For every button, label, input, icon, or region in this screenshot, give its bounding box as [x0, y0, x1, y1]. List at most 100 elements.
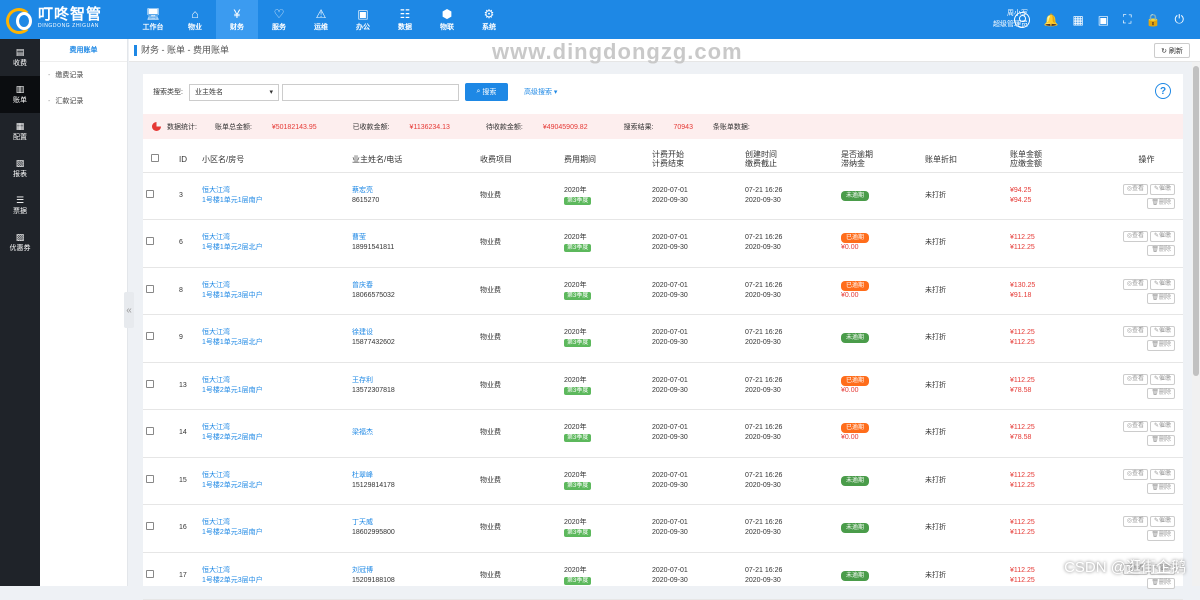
room-link[interactable]: 1号楼1单元1层南户 [202, 196, 352, 206]
side-item-2[interactable]: ▦ 配置 [0, 113, 40, 150]
community-link[interactable]: 恒大江湾 [202, 233, 352, 243]
collapse-handle[interactable]: « [124, 292, 134, 328]
select-all-checkbox[interactable] [151, 154, 159, 163]
room-link[interactable]: 1号楼2单元2层南户 [202, 433, 352, 443]
fullscreen-icon[interactable]: ⛶ [1123, 12, 1131, 27]
remind-button[interactable]: ✎催缴 [1149, 516, 1175, 528]
remind-button[interactable]: ✎催缴 [1149, 278, 1175, 290]
delete-button[interactable]: 🗑删除 [1147, 530, 1175, 542]
owner-name[interactable]: 曹莹 [352, 233, 480, 243]
nav-item-0[interactable]: 🖥 工作台 [132, 0, 174, 39]
room-link[interactable]: 1号楼2单元3层中户 [202, 576, 352, 586]
side-item-3[interactable]: ▧ 报表 [0, 150, 40, 187]
owner-name[interactable]: 杜翠峰 [352, 471, 480, 481]
row-checkbox[interactable] [146, 237, 154, 246]
delete-button[interactable]: 🗑删除 [1147, 482, 1175, 494]
community-link[interactable]: 恒大江湾 [202, 471, 352, 481]
apps-icon[interactable]: ▦ [1072, 13, 1083, 27]
theme-icon[interactable]: ▣ [1098, 13, 1109, 27]
subnav-item-payment-record[interactable]: - 缴费记录 [40, 62, 127, 88]
remind-button[interactable]: ✎催缴 [1149, 326, 1175, 338]
row-checkbox[interactable] [146, 569, 154, 578]
help-icon[interactable]: ? [1155, 83, 1171, 99]
room-link[interactable]: 1号楼2单元1层南户 [202, 386, 352, 396]
owner-name[interactable]: 王存利 [352, 376, 480, 386]
nav-item-8[interactable]: ⚙ 系统 [468, 0, 510, 39]
nav-item-4[interactable]: ⚠ 运维 [300, 0, 342, 39]
view-button[interactable]: ◎查看 [1122, 231, 1148, 243]
community-link[interactable]: 恒大江湾 [202, 281, 352, 291]
owner-name[interactable]: 梁福杰 [352, 428, 480, 438]
advanced-search-link[interactable]: 高级搜索 ▾ [524, 87, 557, 97]
room-link[interactable]: 1号楼2单元2层北户 [202, 481, 352, 491]
side-item-1[interactable]: ▥ 账单 [0, 76, 40, 113]
community-link[interactable]: 恒大江湾 [202, 518, 352, 528]
logo[interactable]: 叮咚智管 DINGDONG ZHIGUAN [6, 6, 102, 34]
owner-name[interactable]: 刘冠博 [352, 566, 480, 576]
table-row[interactable]: 16 恒大江湾 1号楼2单元3层南户 丁天威 18602995800 物业费 2020年 第3… [143, 504, 1183, 553]
row-checkbox[interactable] [146, 379, 154, 388]
remind-button[interactable]: ✎催缴 [1149, 421, 1175, 433]
nav-item-6[interactable]: ☷ 数据 [384, 0, 426, 39]
row-checkbox[interactable] [146, 427, 154, 436]
view-button[interactable]: ◎查看 [1122, 373, 1148, 385]
row-checkbox[interactable] [146, 189, 154, 198]
room-link[interactable]: 1号楼1单元3层中户 [202, 291, 352, 301]
power-icon[interactable]: ⏻ [1175, 12, 1185, 27]
owner-name[interactable]: 丁天威 [352, 518, 480, 528]
avatar-icon[interactable] [1013, 11, 1030, 28]
view-button[interactable]: ◎查看 [1122, 326, 1148, 338]
table-row[interactable]: 17 恒大江湾 1号楼2单元3层中户 刘冠博 15209188108 物业费 2020年 第3… [143, 552, 1183, 600]
delete-button[interactable]: 🗑删除 [1147, 197, 1175, 209]
nav-item-1[interactable]: ⌂ 物业 [174, 0, 216, 39]
row-checkbox[interactable] [146, 284, 154, 293]
scrollbar-thumb[interactable] [1193, 66, 1199, 376]
table-row[interactable]: 13 恒大江湾 1号楼2单元1层南户 王存利 13572307818 物业费 2020年 第3… [143, 362, 1183, 410]
nav-item-3[interactable]: ♡ 服务 [258, 0, 300, 39]
row-checkbox[interactable] [146, 332, 154, 341]
room-link[interactable]: 1号楼2单元3层南户 [202, 528, 352, 538]
community-link[interactable]: 恒大江湾 [202, 186, 352, 196]
view-button[interactable]: ◎查看 [1122, 516, 1148, 528]
nav-item-5[interactable]: ▣ 办公 [342, 0, 384, 39]
remind-button[interactable]: ✎催缴 [1149, 468, 1175, 480]
community-link[interactable]: 恒大江湾 [202, 376, 352, 386]
refresh-button[interactable]: ↻ 刷新 [1154, 43, 1190, 58]
nav-item-7[interactable]: ⬢ 物联 [426, 0, 468, 39]
delete-button[interactable]: 🗑删除 [1147, 245, 1175, 257]
search-button[interactable]: ⌕ 搜索 [464, 83, 508, 101]
delete-button[interactable]: 🗑删除 [1147, 577, 1175, 589]
room-link[interactable]: 1号楼1单元2层北户 [202, 243, 352, 253]
side-item-5[interactable]: ▨ 优惠券 [0, 224, 40, 261]
table-row[interactable]: 3 恒大江湾 1号楼1单元1层南户 蔡宏亮 8615270 物业费 2020年 第3季度 202… [143, 172, 1183, 220]
bell-icon[interactable]: 🔔 [1044, 13, 1059, 27]
view-button[interactable]: ◎查看 [1122, 468, 1148, 480]
side-item-4[interactable]: ☰ 票据 [0, 187, 40, 224]
owner-name[interactable]: 蔡宏亮 [352, 186, 480, 196]
community-link[interactable]: 恒大江湾 [202, 566, 352, 576]
community-link[interactable]: 恒大江湾 [202, 328, 352, 338]
remind-button[interactable]: ✎催缴 [1149, 373, 1175, 385]
subnav-item-bill[interactable]: 费用账单 [40, 39, 127, 62]
table-row[interactable]: 8 恒大江湾 1号楼1单元3层中户 曾庆春 18066575032 物业费 2020年 第3季… [143, 267, 1183, 315]
table-row[interactable]: 15 恒大江湾 1号楼2单元2层北户 杜翠峰 15129814178 物业费 2020年 第3… [143, 457, 1183, 505]
view-button[interactable]: ◎查看 [1122, 183, 1148, 195]
community-link[interactable]: 恒大江湾 [202, 423, 352, 433]
lock-icon[interactable]: 🔒 [1146, 13, 1161, 27]
search-type-select[interactable]: 业主姓名 ▾ [188, 83, 279, 101]
row-checkbox[interactable] [146, 474, 154, 483]
nav-item-2[interactable]: ¥ 财务 [216, 0, 258, 39]
view-button[interactable]: ◎查看 [1122, 278, 1148, 290]
search-input[interactable] [281, 83, 459, 101]
table-row[interactable]: 9 恒大江湾 1号楼1单元3层北户 徐建设 15877432602 物业费 2020年 第3季… [143, 314, 1183, 363]
owner-name[interactable]: 徐建设 [352, 328, 480, 338]
delete-button[interactable]: 🗑删除 [1147, 435, 1175, 447]
remind-button[interactable]: ✎催缴 [1149, 183, 1175, 195]
row-checkbox[interactable] [146, 522, 154, 531]
view-button[interactable]: ◎查看 [1122, 421, 1148, 433]
delete-button[interactable]: 🗑删除 [1147, 292, 1175, 304]
delete-button[interactable]: 🗑删除 [1147, 387, 1175, 399]
delete-button[interactable]: 🗑删除 [1147, 340, 1175, 352]
room-link[interactable]: 1号楼1单元3层北户 [202, 338, 352, 348]
side-item-0[interactable]: ▤ 收费 [0, 39, 40, 76]
